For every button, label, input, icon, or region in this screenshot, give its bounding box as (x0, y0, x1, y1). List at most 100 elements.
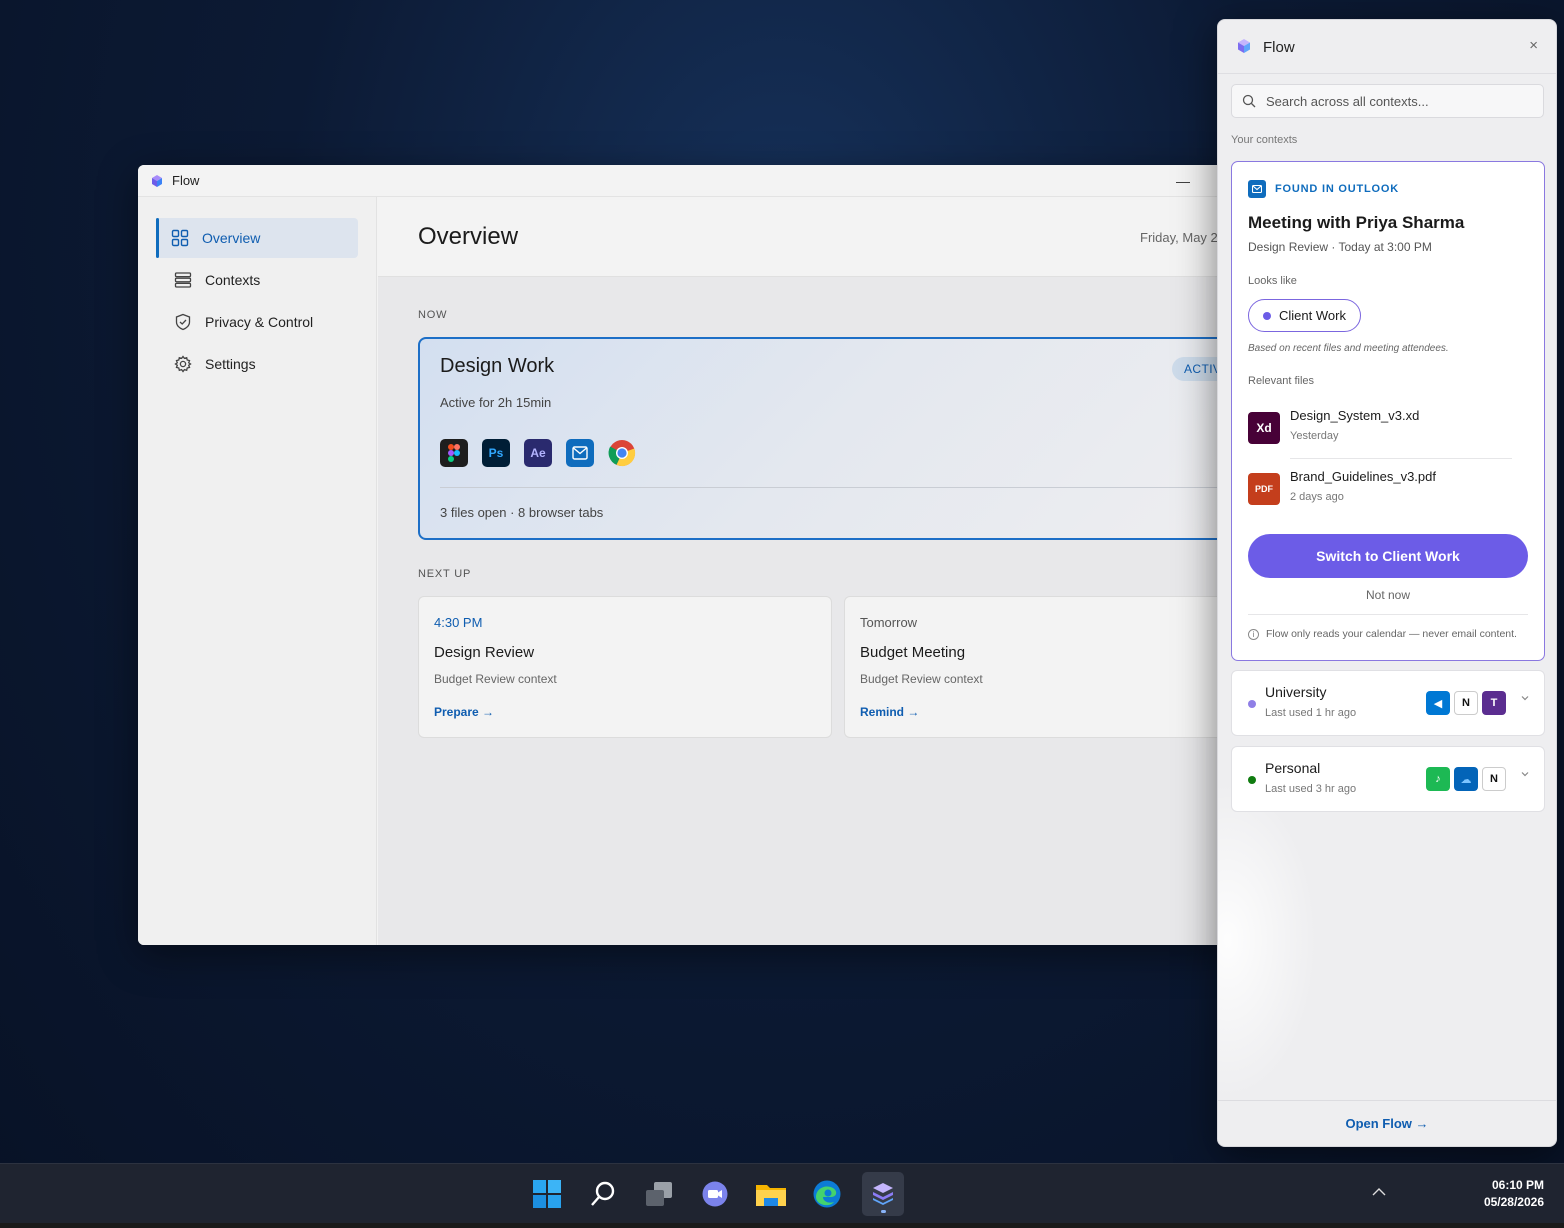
vscode-icon: ◀ (1426, 691, 1450, 715)
page-header: Overview Friday, May 2 (378, 197, 1238, 277)
sidebar-item-label: Settings (205, 356, 256, 372)
notion-icon: N (1454, 691, 1478, 715)
search-box (1231, 84, 1544, 118)
context-last-used: Last used 3 hr ago (1265, 783, 1357, 795)
page-title: Overview (418, 222, 519, 250)
open-flow-link[interactable]: Open Flow → (1218, 1100, 1556, 1146)
context-chip-client-work[interactable]: Client Work (1248, 299, 1361, 332)
chevron-down-icon[interactable] (1520, 769, 1530, 779)
photoshop-icon[interactable]: Ps (482, 439, 510, 467)
info-icon: i (1248, 628, 1259, 640)
file-time: 2 days ago (1290, 491, 1344, 503)
current-date: Friday, May 2 (1140, 230, 1218, 245)
active-context-title: Design Work (440, 355, 555, 377)
context-dot (1248, 776, 1256, 784)
sidebar-item-label: Overview (202, 230, 261, 246)
flow-logo-icon (152, 174, 162, 187)
upcoming-card-budget-meeting[interactable]: Tomorrow Budget Meeting Budget Review co… (844, 596, 1238, 738)
panel-glow (1218, 780, 1318, 1100)
relevant-files-label: Relevant files (1248, 375, 1315, 387)
meeting-title: Meeting with Priya Sharma (1248, 213, 1465, 232)
file-explorer-icon[interactable] (750, 1172, 792, 1216)
upcoming-card-design-review[interactable]: 4:30 PM Design Review Budget Review cont… (418, 596, 832, 738)
task-view-icon[interactable] (638, 1172, 680, 1216)
prepare-link[interactable]: Prepare → (434, 705, 494, 719)
contexts-section-label: Your contexts (1231, 134, 1298, 146)
upcoming-time: 4:30 PM (434, 615, 483, 630)
not-now-button[interactable]: Not now (1232, 588, 1544, 602)
looks-like-label: Looks like (1248, 275, 1297, 287)
sidebar-item-label: Contexts (205, 272, 261, 288)
now-section-label: NOW (418, 309, 448, 321)
spotify-icon: ♪ (1426, 767, 1450, 791)
active-context-summary: 3 files open · 8 browser tabs (440, 505, 604, 520)
search-icon (1242, 94, 1256, 108)
card-divider (1248, 614, 1528, 615)
search-input[interactable] (1266, 85, 1536, 117)
main-content: Overview Friday, May 2 NOW Design Work A… (378, 197, 1238, 945)
suggestion-reason: Based on recent files and meeting attend… (1248, 343, 1449, 354)
next-up-section-label: NEXT UP (418, 568, 472, 580)
panel-title: Flow (1263, 39, 1295, 56)
sidebar-item-overview[interactable]: Overview (156, 218, 358, 258)
window-title: Flow (172, 173, 200, 188)
xd-file-icon: Xd (1248, 412, 1280, 444)
active-context-card[interactable]: Design Work Active for 2h 15min ACTIV Ps… (418, 337, 1238, 540)
sidebar-item-contexts[interactable]: Contexts (156, 260, 358, 300)
sidebar-item-privacy[interactable]: Privacy & Control (156, 302, 358, 342)
file-name: Brand_Guidelines_v3.pdf (1290, 469, 1436, 484)
stack-icon (173, 270, 193, 290)
notion-icon: N (1482, 767, 1506, 791)
context-last-used: Last used 1 hr ago (1265, 707, 1357, 719)
windows-start-icon[interactable] (526, 1172, 568, 1216)
close-icon[interactable]: × (1529, 37, 1538, 54)
file-item[interactable]: Xd Design_System_v3.xd Yesterday (1248, 408, 1528, 458)
edge-icon[interactable] (806, 1172, 848, 1216)
taskbar: 06:10 PM 05/28/2026 (0, 1163, 1564, 1223)
flow-logo-icon (1238, 39, 1250, 53)
meeting-details: Design Review · Today at 3:00 PM (1248, 240, 1432, 254)
system-clock[interactable]: 06:10 PM 05/28/2026 (1484, 1177, 1544, 1211)
outlook-icon[interactable] (566, 439, 594, 467)
title-bar: Flow — (138, 165, 1238, 197)
suggestion-source-label: FOUND IN OUTLOOK (1275, 183, 1400, 195)
context-row-personal[interactable]: Personal Last used 3 hr ago ♪ ☁ N (1231, 746, 1545, 812)
teams-chat-icon[interactable] (694, 1172, 736, 1216)
flow-icon[interactable] (862, 1172, 904, 1216)
sidebar-item-label: Privacy & Control (205, 314, 314, 330)
main-window: Flow — Overview Contexts Privacy & Contr… (138, 165, 1238, 945)
chevron-up-icon[interactable] (1371, 1186, 1387, 1198)
switch-context-button[interactable]: Switch to Client Work (1248, 534, 1528, 578)
taskbar-app-list (526, 1164, 904, 1224)
clock-date: 05/28/2026 (1483, 1195, 1544, 1209)
suggestion-source: FOUND IN OUTLOOK (1248, 180, 1399, 198)
grid-icon (170, 228, 190, 248)
minimize-button[interactable]: — (1168, 165, 1198, 197)
outlook-icon (1248, 180, 1266, 198)
teams-icon: T (1482, 691, 1506, 715)
context-app-list: ◀ N T (1426, 691, 1506, 715)
file-time: Yesterday (1290, 430, 1339, 442)
figma-icon[interactable] (440, 439, 468, 467)
active-context-duration: Active for 2h 15min (440, 395, 552, 410)
upcoming-context: Budget Review context (434, 672, 557, 686)
search-icon[interactable] (582, 1172, 624, 1216)
remind-link[interactable]: Remind → (860, 705, 919, 719)
privacy-note-text: Flow only reads your calendar — never em… (1266, 628, 1517, 640)
file-name: Design_System_v3.xd (1290, 408, 1420, 423)
card-divider (440, 487, 1236, 488)
active-app-list: Ps Ae (440, 439, 636, 467)
sidebar: Overview Contexts Privacy & Control Sett… (138, 197, 377, 945)
context-app-list: ♪ ☁ N (1426, 767, 1506, 791)
upcoming-title: Budget Meeting (860, 644, 966, 661)
after-effects-icon[interactable]: Ae (524, 439, 552, 467)
context-name: Personal (1265, 760, 1321, 776)
context-row-university[interactable]: University Last used 1 hr ago ◀ N T (1231, 670, 1545, 736)
upcoming-title: Design Review (434, 644, 535, 661)
file-item[interactable]: PDF Brand_Guidelines_v3.pdf 2 days ago (1248, 469, 1528, 519)
chrome-icon[interactable] (608, 439, 636, 467)
chevron-down-icon[interactable] (1520, 693, 1530, 703)
context-name: University (1265, 684, 1327, 700)
shield-icon (173, 312, 193, 332)
sidebar-item-settings[interactable]: Settings (156, 344, 358, 384)
